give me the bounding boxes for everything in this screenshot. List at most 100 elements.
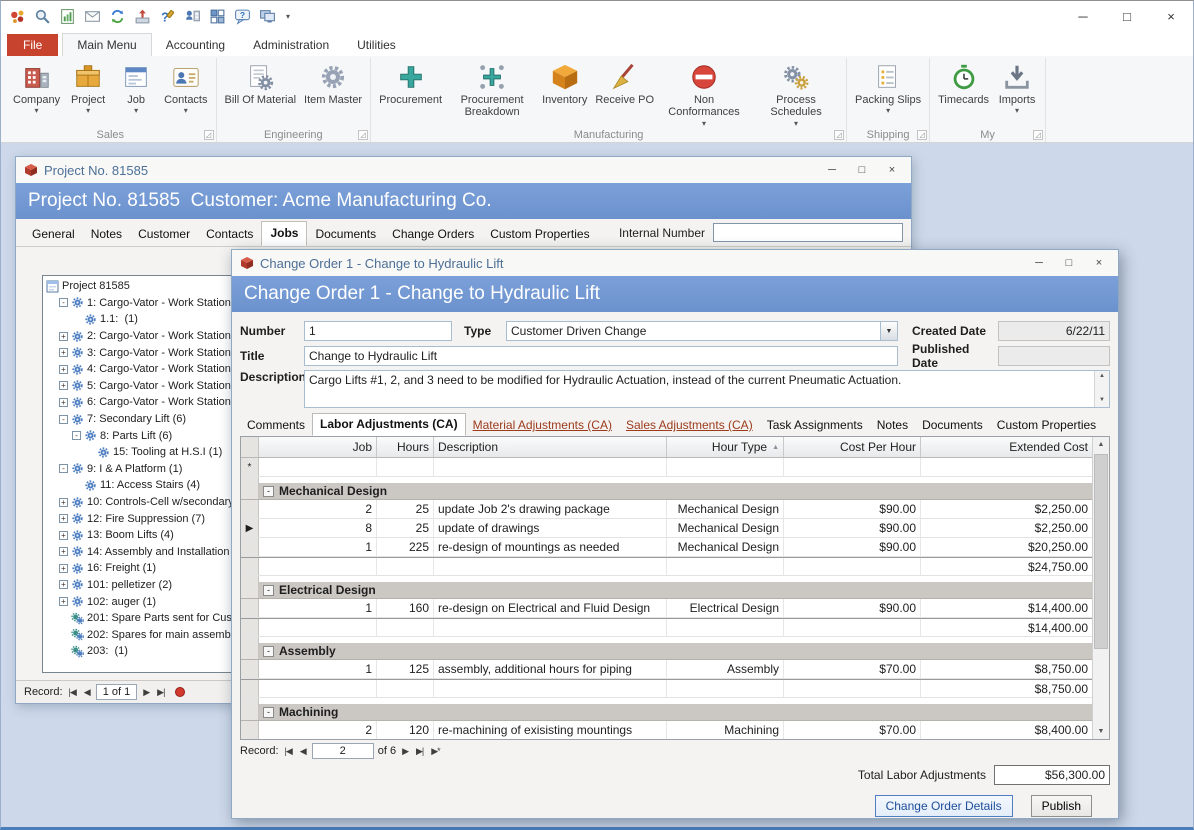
search-icon[interactable] — [34, 8, 51, 25]
ribbon-button-packing-slips[interactable]: Packing Slips▾ — [851, 59, 925, 127]
description-scrollbar[interactable]: ▲ ▼ — [1094, 371, 1109, 407]
ribbon-button-bill-of-material[interactable]: Bill Of Material — [221, 59, 301, 127]
cell-description[interactable]: re-machining of exisisting mountings — [434, 721, 667, 739]
ribbon-button-company[interactable]: Company▾ — [9, 59, 64, 127]
tree-node[interactable]: +13: Boom Lifts (4) — [43, 527, 231, 544]
ribbon-button-job[interactable]: Job▾ — [112, 59, 160, 127]
type-combobox[interactable]: Customer Driven Change ▼ — [506, 321, 898, 341]
toolbar-overflow-icon[interactable]: ▾ — [286, 12, 290, 21]
dialog-launcher-icon[interactable]: ◿ — [917, 130, 927, 140]
first-record-button[interactable]: |◀ — [67, 687, 78, 698]
tree-node[interactable]: +4: Cargo-Vator - Work Station — [43, 361, 231, 378]
column-header-hours[interactable]: Hours — [377, 437, 434, 457]
grid-row[interactable]: ▶825update of drawingsMechanical Design$… — [241, 519, 1092, 538]
change-order-tab-task-assignments[interactable]: Task Assignments — [760, 415, 870, 436]
tree-node[interactable]: +16: Freight (1) — [43, 560, 231, 577]
cell-job[interactable]: 1 — [259, 599, 377, 617]
chat-help-icon[interactable]: ? — [234, 8, 251, 25]
change-order-details-button[interactable]: Change Order Details — [875, 795, 1013, 817]
tree-node[interactable]: -7: Secondary Lift (6) — [43, 411, 231, 428]
grid-row[interactable]: 1125assembly, additional hours for pipin… — [241, 660, 1092, 679]
cell-extended-cost[interactable]: $8,400.00 — [921, 721, 1092, 739]
collapse-icon[interactable]: - — [59, 298, 68, 307]
change-order-window-titlebar[interactable]: Change Order 1 - Change to Hydraulic Lif… — [232, 250, 1118, 276]
tree-node[interactable]: +2: Cargo-Vator - Work Station — [43, 328, 231, 345]
ribbon-button-procurement[interactable]: Procurement — [375, 59, 446, 129]
cell-hours[interactable]: 160 — [377, 599, 434, 617]
dialog-launcher-icon[interactable]: ◿ — [834, 130, 844, 140]
change-order-tab-material-adjustments-ca[interactable]: Material Adjustments (CA) — [466, 415, 619, 436]
ribbon-button-process-schedules[interactable]: Process Schedules▾ — [750, 59, 842, 129]
title-input[interactable]: Change to Hydraulic Lift — [304, 346, 898, 366]
first-record-button[interactable]: |◀ — [283, 746, 294, 757]
ribbon-button-item-master[interactable]: Item Master — [300, 59, 366, 127]
next-record-button[interactable]: ▶ — [141, 687, 151, 698]
ribbon-button-non-conformances[interactable]: Non Conformances▾ — [658, 59, 750, 129]
expand-icon[interactable]: + — [59, 381, 68, 390]
cell-cost-per-hour[interactable]: $90.00 — [784, 519, 921, 537]
tree-node[interactable]: 202: Spares for main assembl — [43, 626, 231, 643]
change-order-tab-comments[interactable]: Comments — [240, 415, 312, 436]
collapse-icon[interactable]: - — [59, 464, 68, 473]
expand-icon[interactable]: + — [59, 564, 68, 573]
app-logo-icon[interactable] — [9, 8, 26, 25]
screens-icon[interactable] — [259, 8, 276, 25]
ribbon-button-imports[interactable]: Imports▾ — [993, 59, 1041, 127]
expand-icon[interactable]: + — [59, 498, 68, 507]
change-order-tab-documents[interactable]: Documents — [915, 415, 990, 436]
ribbon-tab-utilities[interactable]: Utilities — [343, 34, 410, 56]
publish-button[interactable]: Publish — [1031, 795, 1092, 817]
ribbon-button-receive-po[interactable]: Receive PO — [591, 59, 658, 129]
cell-cost-per-hour[interactable]: $70.00 — [784, 660, 921, 678]
new-record-button[interactable]: ▶* — [429, 746, 441, 757]
cell-job[interactable] — [259, 458, 377, 476]
layout-icon[interactable] — [209, 8, 226, 25]
cell-cost-per-hour[interactable]: $90.00 — [784, 599, 921, 617]
cell-job[interactable]: 2 — [259, 721, 377, 739]
ribbon-tab-accounting[interactable]: Accounting — [152, 34, 239, 56]
dialog-launcher-icon[interactable]: ◿ — [1033, 130, 1043, 140]
close-button[interactable]: × — [1084, 253, 1114, 273]
collapse-icon[interactable]: - — [59, 415, 68, 424]
cell-extended-cost[interactable]: $2,250.00 — [921, 500, 1092, 518]
cell-hour-type[interactable]: Assembly — [667, 660, 784, 678]
tree-node[interactable]: +10: Controls-Cell w/secondary — [43, 494, 231, 511]
expand-icon[interactable]: + — [59, 514, 68, 523]
project-tab-general[interactable]: General — [24, 223, 83, 246]
cell-hour-type[interactable]: Mechanical Design — [667, 538, 784, 556]
scrollbar-thumb[interactable] — [1094, 454, 1108, 649]
project-tab-notes[interactable]: Notes — [83, 223, 130, 246]
tree-node[interactable]: 15: Tooling at H.S.I (1) — [43, 444, 231, 461]
cell-extended-cost[interactable]: $8,750.00 — [921, 660, 1092, 678]
next-record-button[interactable]: ▶ — [400, 746, 410, 757]
scroll-up-icon[interactable]: ▲ — [1099, 373, 1105, 381]
record-position[interactable]: 1 of 1 — [96, 684, 138, 700]
ribbon-button-inventory[interactable]: Inventory — [538, 59, 591, 129]
project-tab-change-orders[interactable]: Change Orders — [384, 223, 482, 246]
tree-node[interactable]: 11: Access Stairs (4) — [43, 477, 231, 494]
last-record-button[interactable]: ▶| — [155, 687, 166, 698]
cell-description[interactable]: update Job 2's drawing package — [434, 500, 667, 518]
cell-extended-cost[interactable] — [921, 458, 1092, 476]
expand-icon[interactable]: + — [59, 547, 68, 556]
report-icon[interactable] — [59, 8, 76, 25]
dialog-launcher-icon[interactable]: ◿ — [358, 130, 368, 140]
cell-hour-type[interactable]: Mechanical Design — [667, 500, 784, 518]
grid-row[interactable]: 1225re-design of mountings as neededMech… — [241, 538, 1092, 557]
ribbon-button-procurement-breakdown[interactable]: Procurement Breakdown — [446, 59, 538, 129]
collapse-icon[interactable]: - — [263, 707, 274, 718]
cell-job[interactable]: 2 — [259, 500, 377, 518]
cell-hour-type[interactable] — [667, 458, 784, 476]
tree-node[interactable]: +12: Fire Su­ppression (7) — [43, 510, 231, 527]
expand-icon[interactable]: + — [59, 365, 68, 374]
cell-extended-cost[interactable]: $2,250.00 — [921, 519, 1092, 537]
maximize-button[interactable]: □ — [1054, 253, 1084, 273]
tree-node[interactable]: +102: auger (1) — [43, 593, 231, 610]
scroll-down-icon[interactable]: ▼ — [1099, 397, 1105, 405]
cell-description[interactable] — [434, 458, 667, 476]
cell-description[interactable]: re-design on Electrical and Fluid Design — [434, 599, 667, 617]
project-tab-documents[interactable]: Documents — [307, 223, 384, 246]
description-textarea[interactable]: Cargo Lifts #1, 2, and 3 need to be modi… — [304, 370, 1110, 408]
maximize-button[interactable]: □ — [1105, 1, 1149, 31]
collapse-icon[interactable]: - — [263, 486, 274, 497]
